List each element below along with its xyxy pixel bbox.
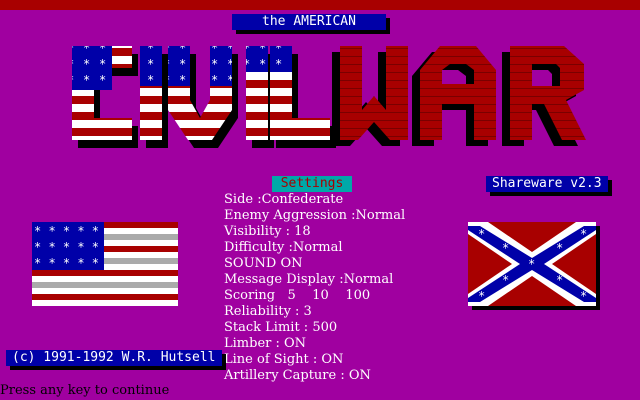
copyright-notice: (c) 1991-1992 W.R. Hutsell <box>6 350 222 366</box>
svg-text:*: * <box>478 289 485 303</box>
us-flag-icon: * * * * * * * * * * * * * * * <box>32 222 178 306</box>
setting-stack-limit: Stack Limit : 500 <box>224 320 338 335</box>
svg-text:*: * <box>556 273 563 287</box>
civil-war-title-art: * <box>72 46 586 148</box>
svg-text:* * * * *: * * * * * <box>34 224 99 238</box>
setting-scoring: Scoring 5 10 100 <box>224 288 371 303</box>
svg-text:*: * <box>478 227 485 241</box>
setting-line-of-sight: Line of Sight : ON <box>224 352 344 367</box>
svg-text:* * * * *: * * * * * <box>34 256 99 270</box>
svg-text:*: * <box>556 241 563 255</box>
top-banner-bar <box>0 0 640 10</box>
settings-list: Side :Confederate Enemy Aggression :Norm… <box>224 192 405 384</box>
setting-message-display: Message Display :Normal <box>224 272 394 287</box>
setting-difficulty: Difficulty :Normal <box>224 240 343 255</box>
setting-visibility: Visibility : 18 <box>224 224 311 239</box>
game-subtitle: the AMERICAN <box>232 14 386 30</box>
setting-artillery-capture: Artillery Capture : ON <box>224 368 371 383</box>
svg-text:*: * <box>528 257 535 271</box>
setting-side: Side :Confederate <box>224 192 344 207</box>
continue-prompt[interactable]: Press any key to continue <box>0 383 169 399</box>
setting-sound: SOUND ON <box>224 256 303 271</box>
setting-reliability: Reliability : 3 <box>224 304 312 319</box>
svg-text:*: * <box>502 273 509 287</box>
svg-text:*: * <box>502 241 509 255</box>
svg-text:*: * <box>580 289 587 303</box>
svg-text:* * * * *: * * * * * <box>34 240 99 254</box>
shareware-badge: Shareware v2.3 <box>486 176 608 192</box>
setting-enemy-aggression: Enemy Aggression :Normal <box>224 208 406 223</box>
svg-text:*: * <box>580 227 587 241</box>
setting-limber: Limber : ON <box>224 336 307 351</box>
settings-header: Settings <box>272 176 352 192</box>
confederate-flag-icon: * * * * * * * * * <box>468 222 600 310</box>
